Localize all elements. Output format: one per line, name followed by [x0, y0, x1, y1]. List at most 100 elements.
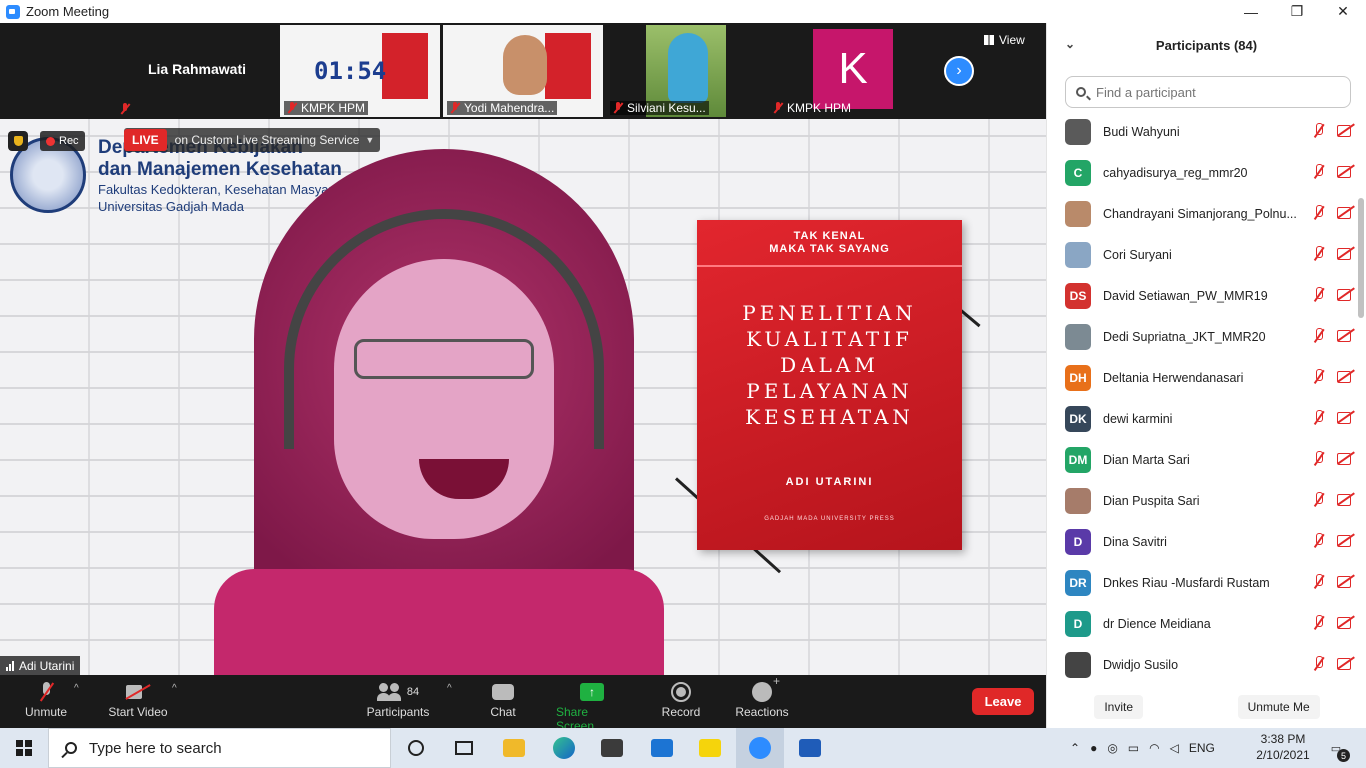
participant-tile[interactable]: Yodi Mahendra...	[443, 25, 603, 117]
participants-options-caret[interactable]: ^	[447, 683, 452, 694]
leave-button[interactable]: Leave	[972, 688, 1034, 715]
chevron-up-icon[interactable]: ⌃	[1070, 741, 1080, 755]
mic-muted-icon	[1313, 656, 1325, 672]
start-button[interactable]	[0, 728, 48, 768]
close-button[interactable]: ✕	[1320, 0, 1366, 23]
participant-name: Deltania Herwendanasari	[1103, 370, 1244, 385]
video-off-icon	[1337, 492, 1355, 506]
camera-icon[interactable]: ◎	[1107, 741, 1117, 755]
participant-row[interactable]: DS David Setiawan_PW_MMR19	[1047, 275, 1355, 316]
participant-avatar	[1065, 200, 1091, 227]
participant-tile-name: Silviani Kesu...	[627, 101, 706, 115]
participant-row[interactable]: Dwidjo Susilo	[1047, 644, 1355, 685]
participant-tile[interactable]: Lia Rahmawati	[116, 25, 278, 117]
taskbar-word[interactable]	[786, 728, 834, 768]
mail-icon	[651, 739, 673, 757]
participant-list-scrollbar[interactable]	[1358, 198, 1364, 318]
unmute-me-button[interactable]: Unmute Me	[1237, 694, 1320, 719]
participant-tile-name: KMPK HPM	[301, 101, 366, 115]
mic-muted-icon	[1313, 246, 1325, 262]
book-subtitle: TAK KENAL MAKA TAK SAYANG	[769, 230, 890, 255]
store-icon	[601, 739, 623, 757]
participant-status-icons	[1313, 410, 1355, 426]
battery-icon[interactable]: ▭	[1128, 741, 1139, 755]
mic-muted-icon	[287, 102, 297, 114]
start-video-label: Start Video	[108, 705, 168, 719]
participant-name: dr Dience Meidiana	[1103, 616, 1211, 631]
edge-icon	[553, 737, 575, 759]
participant-status-icons	[1313, 656, 1355, 672]
record-button[interactable]: Record	[660, 679, 702, 719]
participant-tile[interactable]: Silviani Kesu...	[606, 25, 766, 117]
participant-row[interactable]: Chandrayani Simanjorang_Polnu...	[1047, 193, 1355, 234]
maximize-button[interactable]: ❐	[1274, 0, 1320, 23]
security-shield-icon[interactable]	[8, 131, 28, 151]
task-view-button[interactable]	[440, 728, 488, 768]
wifi-icon[interactable]: ◠	[1149, 741, 1159, 755]
participant-row[interactable]: DK dewi karmini	[1047, 398, 1355, 439]
volume-icon[interactable]: ◁	[1170, 741, 1179, 755]
share-screen-button[interactable]: ↑ Share Screen	[556, 679, 628, 733]
participant-tile-label: KMPK HPM	[284, 101, 369, 115]
invite-button[interactable]: Invite	[1094, 694, 1143, 719]
language-indicator[interactable]: ENG	[1189, 741, 1215, 755]
notification-center-button[interactable]: ▭ 5	[1326, 738, 1350, 762]
participant-search[interactable]	[1065, 76, 1351, 108]
taskbar-clock[interactable]: 3:38 PM 2/10/2021	[1246, 731, 1320, 763]
mic-muted-icon	[1313, 123, 1325, 139]
start-video-button[interactable]: Start Video	[106, 679, 170, 719]
audio-options-caret[interactable]: ^	[74, 683, 79, 694]
participant-row[interactable]: Cori Suryani	[1047, 234, 1355, 275]
search-icon	[65, 742, 77, 754]
chevron-down-icon: ▼	[365, 135, 375, 145]
participant-row[interactable]: DH Deltania Herwendanasari	[1047, 357, 1355, 398]
taskbar-search[interactable]: Type here to search	[48, 728, 391, 768]
video-off-icon	[1337, 451, 1355, 465]
participant-row[interactable]: Ccahyadisurya_reg_mmr20	[1047, 152, 1355, 193]
participants-button[interactable]: 84 Participants	[366, 679, 430, 719]
participant-tile-name: Yodi Mahendra...	[464, 101, 555, 115]
participant-tile[interactable]: 01:54 KMPK HPM	[280, 25, 440, 117]
chevron-down-icon[interactable]: ⌄	[1065, 37, 1075, 51]
zoom-logo-icon	[6, 4, 20, 19]
participant-row[interactable]: Dian Puspita Sari	[1047, 480, 1355, 521]
streaming-service-label: on Custom Live Streaming Service	[174, 133, 360, 147]
participant-row[interactable]: D Dina Savitri	[1047, 521, 1355, 562]
mic-muted-icon	[1313, 533, 1325, 549]
unmute-button[interactable]: Unmute	[22, 679, 70, 719]
window-titlebar: Zoom Meeting	[0, 0, 1046, 23]
speaker-image	[214, 149, 664, 675]
participant-name: Chandrayani Simanjorang_Polnu...	[1103, 206, 1297, 221]
video-off-icon	[1337, 615, 1355, 629]
participant-row[interactable]: Dedi Supriatna_JKT_MMR20	[1047, 316, 1355, 357]
participant-row[interactable]: DR Dnkes Riau -Musfardi Rustam	[1047, 562, 1355, 603]
participant-search-input[interactable]	[1094, 83, 1324, 101]
taskbar-file-explorer[interactable]	[490, 728, 538, 768]
participant-tile[interactable]: K KMPK HPM	[769, 25, 929, 117]
taskbar-zoom[interactable]	[736, 728, 784, 768]
active-speaker-video: Departemen Kebijakan dan Manajemen Keseh…	[0, 119, 1046, 675]
taskbar-store[interactable]	[588, 728, 636, 768]
chat-button[interactable]: Chat	[484, 679, 522, 719]
participant-name: Dian Puspita Sari	[1103, 493, 1200, 508]
video-options-caret[interactable]: ^	[172, 683, 177, 694]
participant-tile-label: Yodi Mahendra...	[447, 101, 558, 115]
taskbar-sticky-notes[interactable]	[686, 728, 734, 768]
view-button[interactable]: View	[984, 33, 1025, 47]
microphone-icon[interactable]: ●	[1090, 741, 1097, 755]
participant-row[interactable]: Budi Wahyuni	[1047, 111, 1355, 152]
taskbar-edge[interactable]	[540, 728, 588, 768]
participant-row[interactable]: DM Dian Marta Sari	[1047, 439, 1355, 480]
mic-muted-icon	[613, 102, 623, 114]
speaker-name: Adi Utarini	[19, 658, 75, 673]
next-page-icon[interactable]: ›	[944, 56, 974, 86]
cortana-button[interactable]	[392, 728, 440, 768]
reactions-button[interactable]: Reactions	[734, 674, 790, 719]
minimize-button[interactable]: —	[1228, 0, 1274, 23]
participant-row[interactable]: Ddr Dience Meidiana	[1047, 603, 1355, 644]
recording-indicator[interactable]: Rec	[40, 131, 85, 151]
taskbar-mail[interactable]	[638, 728, 686, 768]
participant-avatar: DS	[1065, 282, 1091, 309]
zoom-icon	[749, 737, 771, 759]
video-off-icon	[1337, 656, 1355, 670]
